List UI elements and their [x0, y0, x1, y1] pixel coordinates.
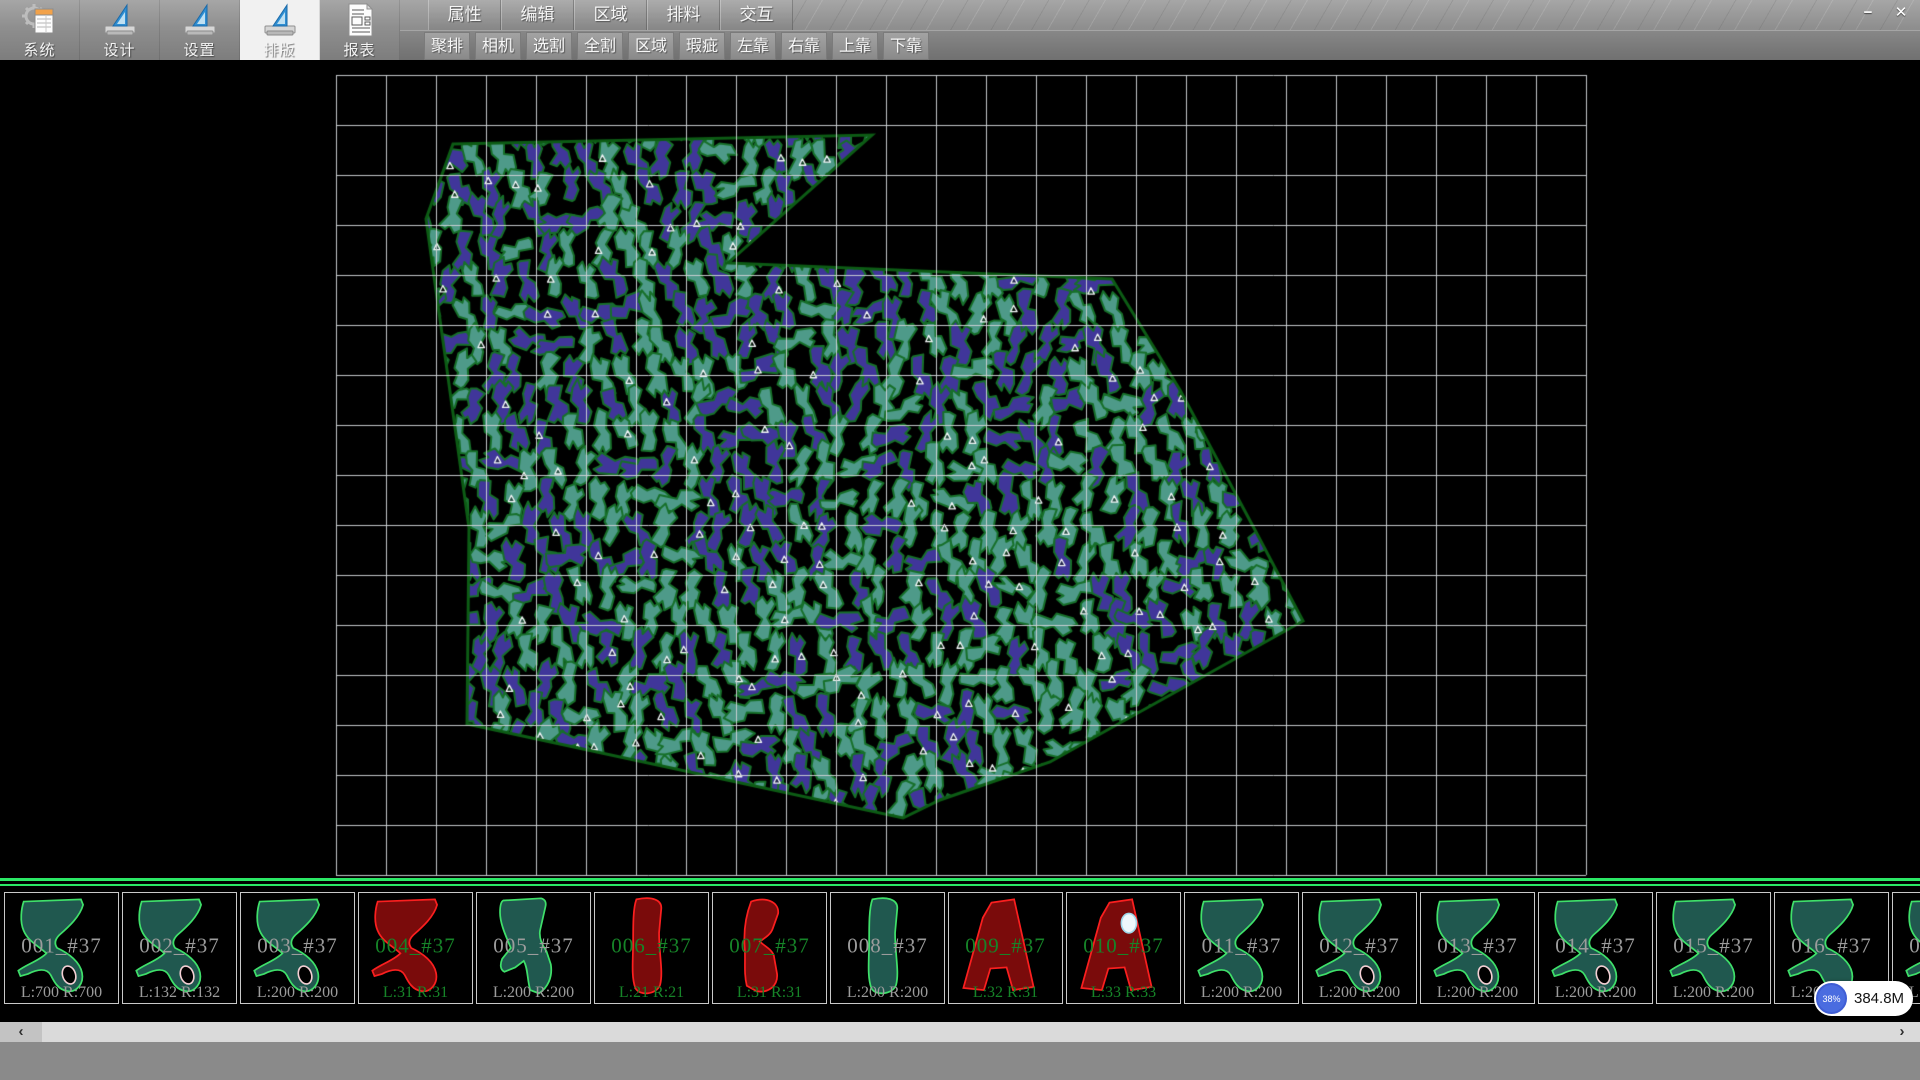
main-toolbar: 系统设计设置排版报表 属性编辑区域排料交互 − ✕ 聚排相机选割全割区域瑕疵左靠… [0, 0, 1920, 60]
titlebar: − ✕ [793, 0, 1920, 30]
part-label: 014_#37 [1539, 934, 1652, 959]
part-lr-count: L:200 R:200 [477, 984, 590, 1002]
progress-circle: 38% [1816, 983, 1847, 1014]
part-lr-count: L:700 R:700 [5, 984, 118, 1002]
tool-cluster-nest[interactable]: 聚排 [424, 32, 470, 60]
system-gear-icon [21, 2, 59, 38]
part-label: 002_#37 [123, 934, 236, 959]
memory-status-pill: 38% 384.8M [1814, 981, 1913, 1016]
menu-region[interactable]: 区域 [574, 0, 647, 30]
tool-select-cut[interactable]: 选割 [526, 32, 572, 60]
design-setsquare-icon [101, 2, 139, 38]
part-lr-count: L:132 R:132 [123, 984, 236, 1002]
icon-button-label: 设置 [183, 39, 215, 60]
icon-button-system[interactable]: 系统 [0, 0, 80, 60]
thumbnail-013[interactable]: 013_#37 L:200 R:200 [1420, 892, 1535, 1004]
part-label: 004_#37 [359, 934, 472, 959]
horizontal-scrollbar[interactable]: ‹ › [0, 1022, 1920, 1042]
part-lr-count: L:200 R:200 [831, 984, 944, 1002]
report-doc-icon [341, 2, 379, 38]
thumbnail-014[interactable]: 014_#37 L:200 R:200 [1538, 892, 1653, 1004]
part-lr-count: L:200 R:200 [1185, 984, 1298, 1002]
thumbnail-002[interactable]: 002_#37 L:132 R:132 [122, 892, 237, 1004]
icon-button-label: 系统 [23, 39, 55, 60]
part-label: 017_#37 [1893, 934, 1920, 959]
scroll-left-arrow-icon[interactable]: ‹ [0, 1022, 42, 1042]
part-label: 007_#37 [713, 934, 826, 959]
thumbnail-007[interactable]: 007_#37 L:31 R:31 [712, 892, 827, 1004]
thumbnail-005[interactable]: 005_#37 L:200 R:200 [476, 892, 591, 1004]
part-label: 001_#37 [5, 934, 118, 959]
tool-camera[interactable]: 相机 [475, 32, 521, 60]
part-lr-count: L:21 R:21 [595, 984, 708, 1002]
thumbnail-008[interactable]: 008_#37 L:200 R:200 [830, 892, 945, 1004]
settings-setsquare-icon [181, 2, 219, 38]
strip-separator [0, 878, 1920, 886]
application-window: 系统设计设置排版报表 属性编辑区域排料交互 − ✕ 聚排相机选割全割区域瑕疵左靠… [0, 0, 1920, 1080]
thumbnail-010[interactable]: 010_#37 L:33 R:33 [1066, 892, 1181, 1004]
memory-value: 384.8M [1854, 990, 1904, 1007]
menu-properties[interactable]: 属性 [428, 0, 501, 30]
main-icon-strip: 系统 设计 设置 排版 报表 [0, 0, 400, 60]
thumbnail-015[interactable]: 015_#37 L:200 R:200 [1656, 892, 1771, 1004]
tool-bar: 聚排相机选割全割区域瑕疵左靠右靠上靠下靠 [400, 30, 1920, 60]
part-lr-count: L:200 R:200 [1657, 984, 1770, 1002]
tool-region[interactable]: 区域 [628, 32, 674, 60]
menu-bar: 属性编辑区域排料交互 − ✕ [400, 0, 1920, 30]
part-lr-count: L:31 R:31 [359, 984, 472, 1002]
nesting-setsquare-icon [261, 2, 299, 38]
menu-interact[interactable]: 交互 [720, 0, 793, 30]
part-label: 016_#37 [1775, 934, 1888, 959]
nesting-viewport [0, 60, 1920, 878]
thumbnail-012[interactable]: 012_#37 L:200 R:200 [1302, 892, 1417, 1004]
part-lr-count: L:31 R:31 [713, 984, 826, 1002]
thumbnail-009[interactable]: 009_#37 L:32 R:31 [948, 892, 1063, 1004]
thumbnail-006[interactable]: 006_#37 L:21 R:21 [594, 892, 709, 1004]
minimize-button[interactable]: − [1853, 2, 1883, 25]
parts-thumbnail-strip: 001_#37L:700 R:700002_#37L:132 R:132003_… [0, 878, 1920, 1022]
thumbnail-001[interactable]: 001_#37 L:700 R:700 [4, 892, 119, 1004]
toolbar-right: 属性编辑区域排料交互 − ✕ 聚排相机选割全割区域瑕疵左靠右靠上靠下靠 [400, 0, 1920, 60]
part-label: 010_#37 [1067, 934, 1180, 959]
icon-button-nesting[interactable]: 排版 [240, 0, 320, 60]
tool-align-top[interactable]: 上靠 [832, 32, 878, 60]
thumbnail-011[interactable]: 011_#37 L:200 R:200 [1184, 892, 1299, 1004]
part-label: 013_#37 [1421, 934, 1534, 959]
part-label: 005_#37 [477, 934, 590, 959]
part-label: 012_#37 [1303, 934, 1416, 959]
tool-cut-all[interactable]: 全割 [577, 32, 623, 60]
icon-button-settings[interactable]: 设置 [160, 0, 240, 60]
nesting-canvas[interactable] [0, 60, 1920, 878]
part-label: 006_#37 [595, 934, 708, 959]
menu-edit[interactable]: 编辑 [501, 0, 574, 30]
part-label: 003_#37 [241, 934, 354, 959]
bottom-bar [0, 1042, 1920, 1080]
part-lr-count: L:200 R:200 [241, 984, 354, 1002]
tool-align-right[interactable]: 右靠 [781, 32, 827, 60]
tool-align-bottom[interactable]: 下靠 [883, 32, 929, 60]
part-lr-count: L:200 R:200 [1421, 984, 1534, 1002]
part-label: 009_#37 [949, 934, 1062, 959]
icon-button-label: 排版 [263, 39, 295, 60]
icon-button-report[interactable]: 报表 [320, 0, 400, 60]
part-lr-count: L:200 R:200 [1303, 984, 1416, 1002]
part-label: 015_#37 [1657, 934, 1770, 959]
thumbnail-004[interactable]: 004_#37 L:31 R:31 [358, 892, 473, 1004]
icon-button-label: 报表 [343, 39, 375, 60]
thumbnail-003[interactable]: 003_#37 L:200 R:200 [240, 892, 355, 1004]
tool-align-left[interactable]: 左靠 [730, 32, 776, 60]
menu-nest[interactable]: 排料 [647, 0, 720, 30]
thumbnail-row: 001_#37L:700 R:700002_#37L:132 R:132003_… [0, 892, 1920, 1004]
icon-button-design[interactable]: 设计 [80, 0, 160, 60]
part-lr-count: L:32 R:31 [949, 984, 1062, 1002]
part-lr-count: L:33 R:33 [1067, 984, 1180, 1002]
icon-button-label: 设计 [103, 39, 135, 60]
part-lr-count: L:200 R:200 [1539, 984, 1652, 1002]
part-label: 011_#37 [1185, 934, 1298, 959]
tool-defect[interactable]: 瑕疵 [679, 32, 725, 60]
part-label: 008_#37 [831, 934, 944, 959]
close-button[interactable]: ✕ [1886, 2, 1916, 25]
scroll-right-arrow-icon[interactable]: › [1884, 1022, 1920, 1042]
scrollbar-track[interactable] [42, 1022, 1884, 1042]
